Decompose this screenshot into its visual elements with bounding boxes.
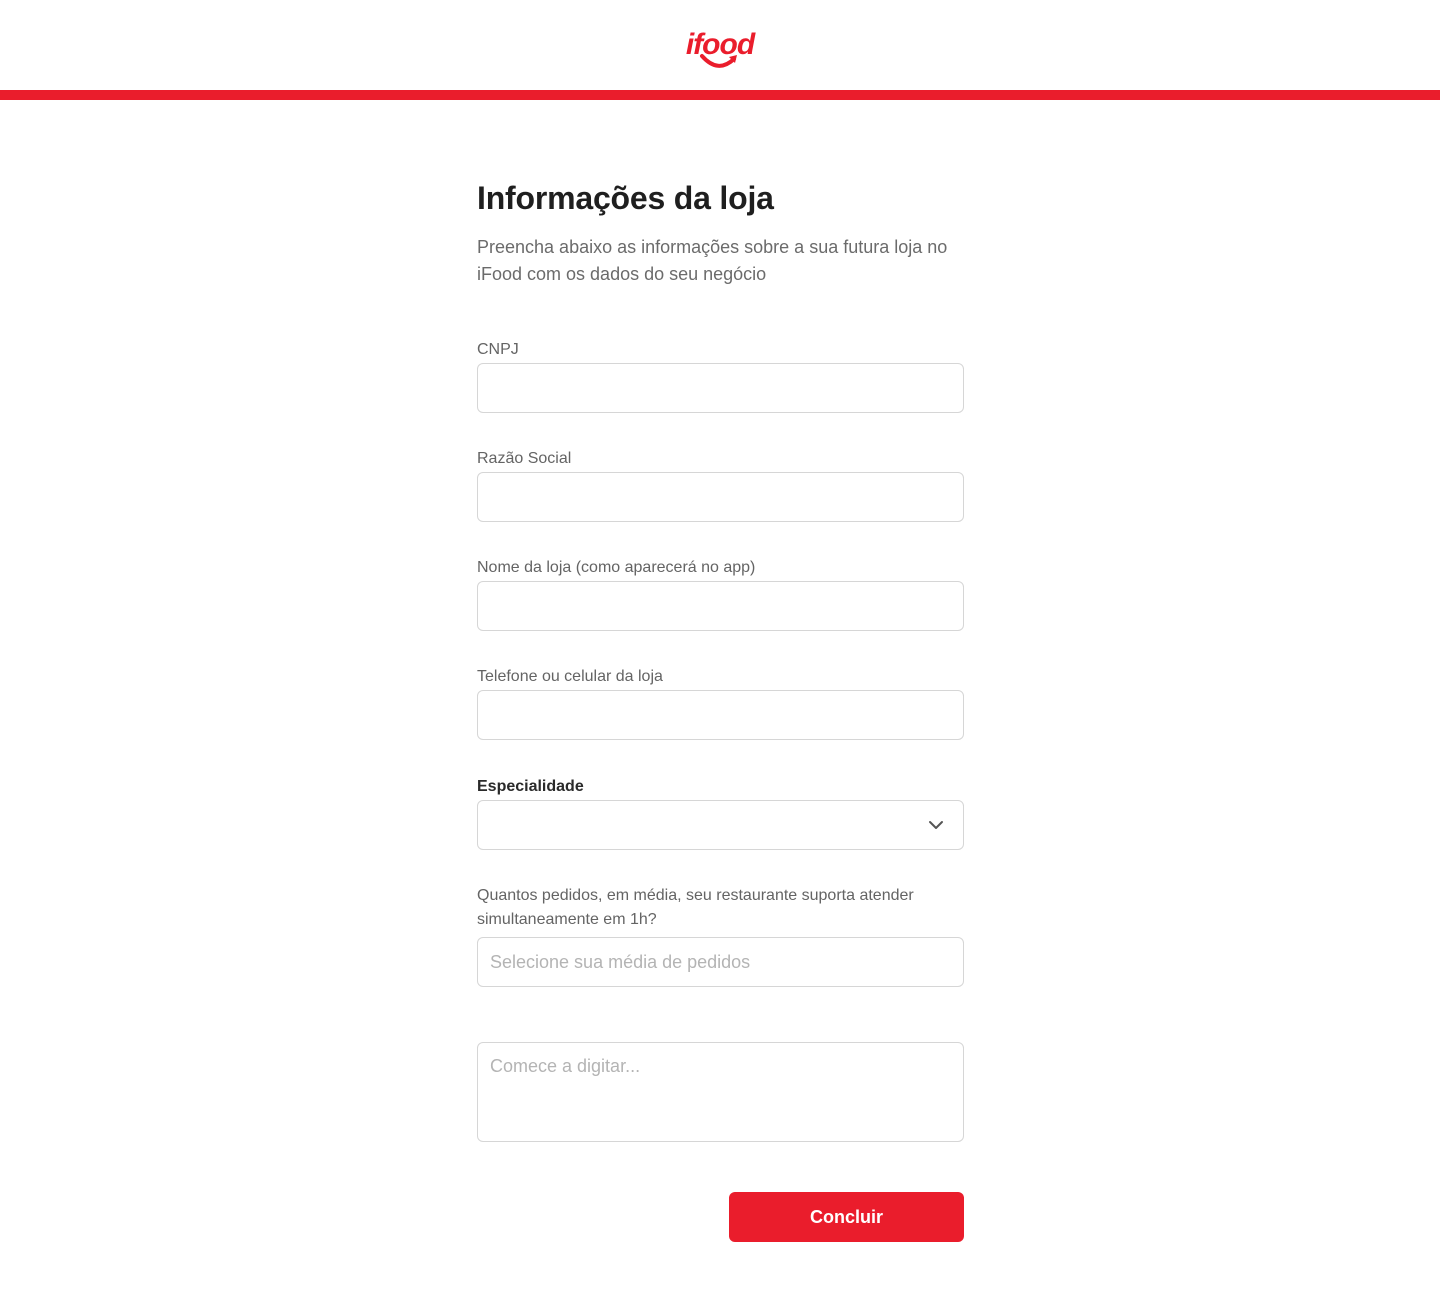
orders-field-group: Quantos pedidos, em média, seu restauran… [477,884,964,987]
specialty-field-group: Especialidade [477,775,964,850]
cnpj-label: CNPJ [477,341,519,358]
cnpj-input[interactable] [477,363,964,413]
textarea-placeholder: Comece a digitar... [490,1056,641,1076]
store-info-form: Informações da loja Preencha abaixo as i… [477,100,964,1242]
phone-input[interactable] [477,690,964,740]
header-accent-bar [0,90,1440,100]
razao-social-input[interactable] [477,472,964,522]
razao-social-field-group: Razão Social [477,447,964,522]
cnpj-field-group: CNPJ [477,338,964,413]
specialty-select[interactable] [477,800,964,850]
store-name-field-group: Nome da loja (como aparecerá no app) [477,556,964,631]
orders-average-select[interactable]: Selecione sua média de pedidos [477,937,964,987]
concluir-button[interactable]: Concluir [729,1192,964,1242]
store-name-input[interactable] [477,581,964,631]
ifood-logo[interactable]: ifood [678,24,762,76]
phone-field-group: Telefone ou celular da loja [477,665,964,740]
svg-text:ifood: ifood [686,28,756,61]
free-text-textarea[interactable]: Comece a digitar... [477,1042,964,1142]
orders-placeholder: Selecione sua média de pedidos [490,951,751,972]
header: ifood [0,0,1440,90]
razao-social-label: Razão Social [477,450,572,467]
phone-label: Telefone ou celular da loja [477,668,663,685]
specialty-label: Especialidade [477,778,584,795]
text-field-group: Comece a digitar... [477,1042,964,1142]
page-subtitle: Preencha abaixo as informações sobre a s… [477,237,948,284]
orders-label: Quantos pedidos, em média, seu restauran… [477,887,914,928]
chevron-down-icon[interactable] [927,818,945,832]
store-name-label: Nome da loja (como aparecerá no app) [477,559,756,576]
page-title: Informações da loja [477,180,774,216]
